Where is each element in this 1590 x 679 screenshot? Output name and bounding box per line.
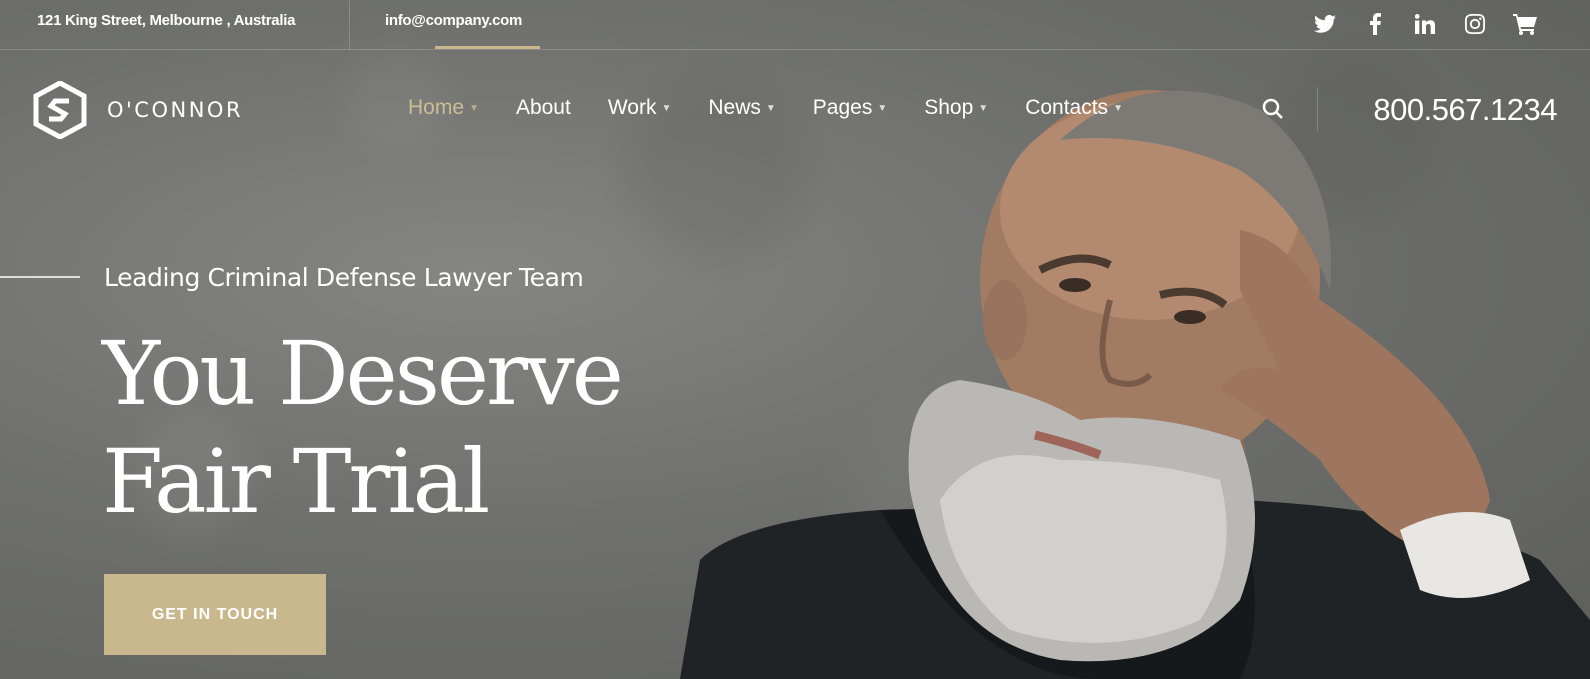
headline-line-1: You Deserve xyxy=(102,322,624,425)
chevron-down-icon: ▼ xyxy=(1113,102,1123,114)
nav-divider xyxy=(1317,87,1318,131)
nav-item-work[interactable]: Work ▼ xyxy=(608,96,672,120)
nav-item-label: Pages xyxy=(812,96,873,119)
headline-line-2: Fair Trial xyxy=(102,430,490,533)
linkedin-icon[interactable] xyxy=(1410,9,1440,39)
hero-headline: You Deserve Fair Trial xyxy=(102,320,624,536)
topbar-divider xyxy=(349,0,350,50)
chevron-down-icon: ▼ xyxy=(978,102,989,114)
nav-item-label: Shop xyxy=(924,96,974,119)
social-links xyxy=(1310,9,1540,39)
email-underline xyxy=(435,46,540,49)
hero-portrait-image xyxy=(680,90,1590,679)
nav-item-home[interactable]: Home ▼ xyxy=(408,96,479,120)
nav-item-news[interactable]: News ▼ xyxy=(708,96,775,120)
logo-icon xyxy=(33,81,87,139)
nav-item-label: Contacts xyxy=(1025,96,1109,119)
nav-item-about[interactable]: About xyxy=(516,96,571,120)
brand-name: O'CONNOR xyxy=(107,98,244,122)
search-icon[interactable] xyxy=(1262,98,1284,125)
chevron-down-icon: ▼ xyxy=(469,102,479,114)
top-bar: 121 King Street, Melbourne , Australia i… xyxy=(0,0,1590,50)
nav-item-label: About xyxy=(515,96,571,119)
nav-item-label: News xyxy=(708,96,761,119)
instagram-icon[interactable] xyxy=(1460,9,1490,39)
twitter-icon[interactable] xyxy=(1310,9,1340,39)
nav-item-label: Home xyxy=(408,96,465,119)
chevron-down-icon: ▼ xyxy=(661,102,672,114)
get-in-touch-button[interactable]: GET IN TOUCH xyxy=(104,574,326,655)
subtitle-rule xyxy=(0,276,80,278)
phone-number[interactable]: 800.567.1234 xyxy=(1373,92,1557,128)
address-text: 121 King Street, Melbourne , Australia xyxy=(37,12,296,29)
main-nav: Home ▼ About Work ▼ News ▼ Pages ▼ Shop ▼ Con… xyxy=(408,96,1160,120)
facebook-icon[interactable] xyxy=(1360,9,1390,39)
nav-item-pages[interactable]: Pages ▼ xyxy=(813,96,887,120)
chevron-down-icon: ▼ xyxy=(877,102,888,114)
brand-logo[interactable]: O'CONNOR xyxy=(33,81,243,139)
nav-item-shop[interactable]: Shop ▼ xyxy=(924,96,988,120)
hero-subtitle: Leading Criminal Defense Lawyer Team xyxy=(104,263,584,292)
cart-icon[interactable] xyxy=(1510,9,1540,39)
nav-item-contacts[interactable]: Contacts ▼ xyxy=(1025,96,1123,120)
nav-item-label: Work xyxy=(607,96,657,119)
email-link[interactable]: info@company.com xyxy=(385,12,522,29)
chevron-down-icon: ▼ xyxy=(765,102,776,114)
